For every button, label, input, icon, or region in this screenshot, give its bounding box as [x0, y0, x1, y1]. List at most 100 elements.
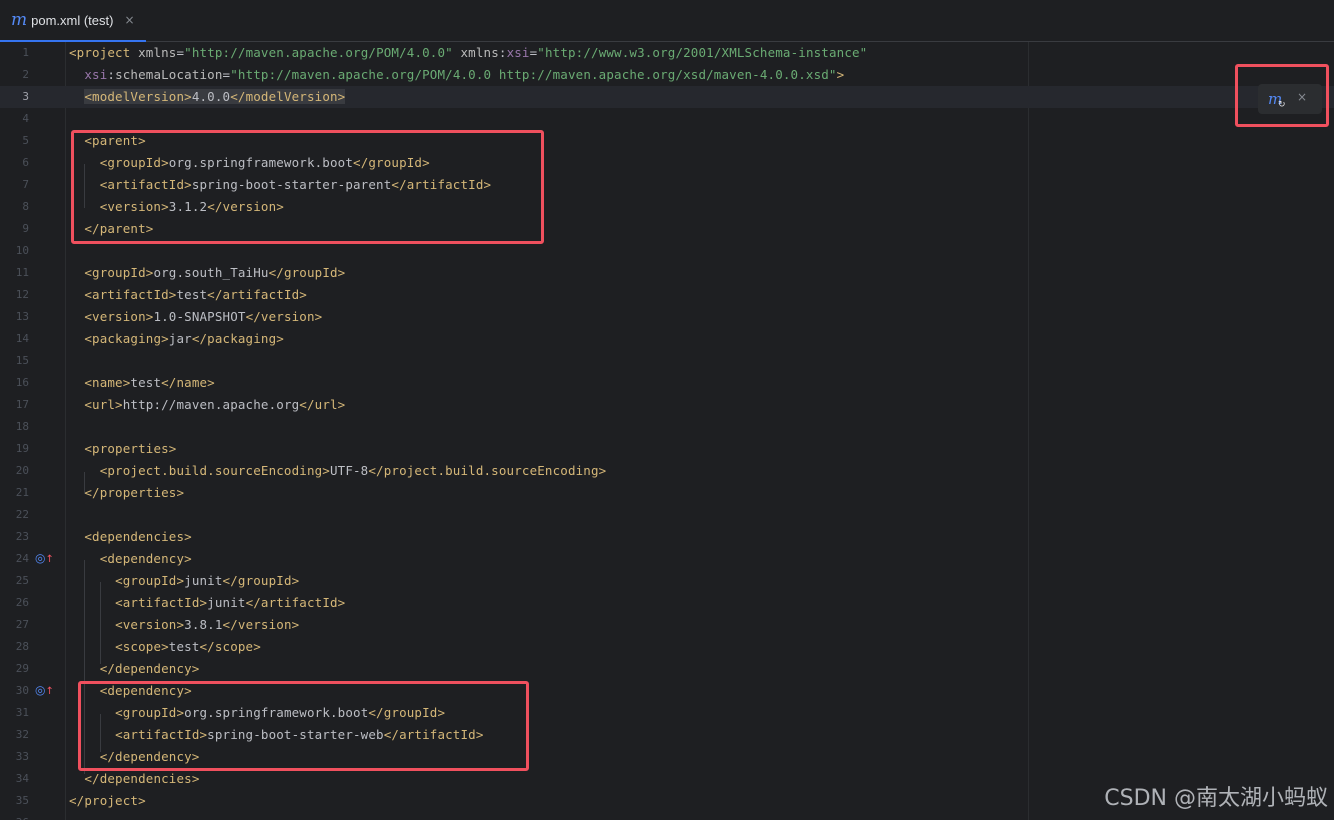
line-number: 18: [15, 420, 29, 433]
line-number: 34: [15, 772, 29, 785]
line-number: 20: [15, 464, 29, 477]
code-line[interactable]: 17 <url>http://maven.apache.org</url>: [0, 394, 1334, 416]
code-text: <groupId>org.springframework.boot</group…: [99, 155, 430, 170]
code-line[interactable]: 7 <artifactId>spring-boot-starter-parent…: [0, 174, 1334, 196]
line-number: 27: [15, 618, 29, 631]
code-text: </parent>: [84, 221, 154, 236]
code-text: <version>3.1.2</version>: [99, 199, 284, 214]
code-line[interactable]: 1 <project xmlns="http://maven.apache.org…: [0, 42, 1334, 64]
code-line[interactable]: 29 </dependency>: [0, 658, 1334, 680]
code-line[interactable]: 26 <artifactId>junit</artifactId>: [0, 592, 1334, 614]
line-number: 25: [15, 574, 29, 587]
code-line[interactable]: 5 <parent>: [0, 130, 1334, 152]
code-line[interactable]: 24 ◎↑ <dependency>: [0, 548, 1334, 570]
line-number: 28: [15, 640, 29, 653]
line-number: 8: [22, 200, 29, 213]
line-number: 19: [15, 442, 29, 455]
code-line[interactable]: 32 <artifactId>spring-boot-starter-web</…: [0, 724, 1334, 746]
line-number: 22: [15, 508, 29, 521]
code-line[interactable]: 23 <dependencies>: [0, 526, 1334, 548]
code-text: <artifactId>spring-boot-starter-parent</…: [99, 177, 492, 192]
tab-label: pom.xml (test): [31, 12, 114, 28]
code-text: <version>1.0-SNAPSHOT</version>: [84, 309, 323, 324]
code-line[interactable]: 3 <modelVersion>4.0.0</modelVersion>: [0, 86, 1334, 108]
indent-guide: [84, 472, 85, 494]
line-number: 7: [22, 178, 29, 191]
code-text: <scope>test</scope>: [115, 639, 261, 654]
code-line[interactable]: 9 </parent>: [0, 218, 1334, 240]
code-text: <url>http://maven.apache.org</url>: [84, 397, 346, 412]
code-line[interactable]: 36: [0, 812, 1334, 820]
code-line[interactable]: 6 <groupId>org.springframework.boot</gro…: [0, 152, 1334, 174]
line-number: 21: [15, 486, 29, 499]
code-text: <project.build.sourceEncoding>UTF-8</pro…: [99, 463, 607, 478]
maven-m-icon: m: [11, 9, 28, 30]
line-number: 10: [15, 244, 29, 257]
tab-pom-xml[interactable]: m pom.xml (test) ×: [0, 0, 146, 42]
code-line[interactable]: 21 </properties>: [0, 482, 1334, 504]
code-text: <packaging>jar</packaging>: [84, 331, 284, 346]
line-number: 3: [22, 90, 29, 103]
line-number: 13: [15, 310, 29, 323]
close-icon[interactable]: ×: [1297, 90, 1307, 104]
code-line[interactable]: 25 <groupId>junit</groupId>: [0, 570, 1334, 592]
code-line[interactable]: 31 <groupId>org.springframework.boot</gr…: [0, 702, 1334, 724]
line-number: 5: [22, 134, 29, 147]
watermark: CSDN @南太湖小蚂蚁: [1104, 786, 1328, 811]
code-line[interactable]: 8 <version>3.1.2</version>: [0, 196, 1334, 218]
code-line[interactable]: 12 <artifactId>test</artifactId>: [0, 284, 1334, 306]
code-text: </dependency>: [99, 749, 200, 764]
code-text: </dependencies>: [84, 771, 200, 786]
code-line[interactable]: 13 <version>1.0-SNAPSHOT</version>: [0, 306, 1334, 328]
line-number: 32: [15, 728, 29, 741]
line-number: 29: [15, 662, 29, 675]
code-line[interactable]: 2 xsi:schemaLocation="http://maven.apach…: [0, 64, 1334, 86]
code-line[interactable]: 30 ◎↑ <dependency>: [0, 680, 1334, 702]
code-text: <name>test</name>: [84, 375, 215, 390]
indent-guide: [84, 164, 85, 208]
code-text: <groupId>org.springframework.boot</group…: [115, 705, 446, 720]
code-text: </dependency>: [99, 661, 200, 676]
code-line[interactable]: 28 <scope>test</scope>: [0, 636, 1334, 658]
maven-reload-icon[interactable]: m ↻: [1268, 89, 1290, 110]
line-number: 1: [22, 46, 29, 59]
code-line[interactable]: 10: [0, 240, 1334, 262]
code-line[interactable]: 14 <packaging>jar</packaging>: [0, 328, 1334, 350]
dependency-update-icon[interactable]: ◎↑: [35, 552, 54, 566]
line-number: 16: [15, 376, 29, 389]
code-text: <groupId>org.south_TaiHu</groupId>: [84, 265, 346, 280]
line-number: 23: [15, 530, 29, 543]
line-number: 36: [0, 812, 29, 820]
line-number: 2: [22, 68, 29, 81]
code-text: xsi:schemaLocation="http://maven.apache.…: [84, 67, 845, 82]
code-editor[interactable]: 1 <project xmlns="http://maven.apache.org…: [0, 42, 1334, 820]
code-line[interactable]: 22: [0, 504, 1334, 526]
line-number: 9: [22, 222, 29, 235]
editor-tab-bar: m pom.xml (test) ×: [0, 0, 1334, 42]
code-line[interactable]: 16 <name>test</name>: [0, 372, 1334, 394]
code-line[interactable]: 27 <version>3.8.1</version>: [0, 614, 1334, 636]
line-number: 6: [22, 156, 29, 169]
code-line[interactable]: 15: [0, 350, 1334, 372]
indent-guide: [100, 582, 101, 664]
dependency-update-icon[interactable]: ◎↑: [35, 684, 54, 698]
code-text: <artifactId>test</artifactId>: [84, 287, 307, 302]
code-line[interactable]: 19 <properties>: [0, 438, 1334, 460]
line-number: 14: [15, 332, 29, 345]
close-icon[interactable]: ×: [124, 13, 134, 27]
code-line[interactable]: 33 </dependency>: [0, 746, 1334, 768]
code-text: <groupId>junit</groupId>: [115, 573, 300, 588]
code-line[interactable]: 20 <project.build.sourceEncoding>UTF-8</…: [0, 460, 1334, 482]
code-line[interactable]: 4: [0, 108, 1334, 130]
line-number: 26: [15, 596, 29, 609]
line-number: 30: [15, 684, 29, 697]
indent-guide: [100, 714, 101, 752]
code-text: <artifactId>spring-boot-starter-web</art…: [115, 727, 484, 742]
indent-guide: [84, 560, 85, 774]
line-number: 15: [15, 354, 29, 367]
code-line[interactable]: 18: [0, 416, 1334, 438]
line-number: 33: [15, 750, 29, 763]
sync-icon: ↻: [1278, 100, 1286, 110]
code-line[interactable]: 11 <groupId>org.south_TaiHu</groupId>: [0, 262, 1334, 284]
code-text: <dependency>: [99, 683, 192, 698]
